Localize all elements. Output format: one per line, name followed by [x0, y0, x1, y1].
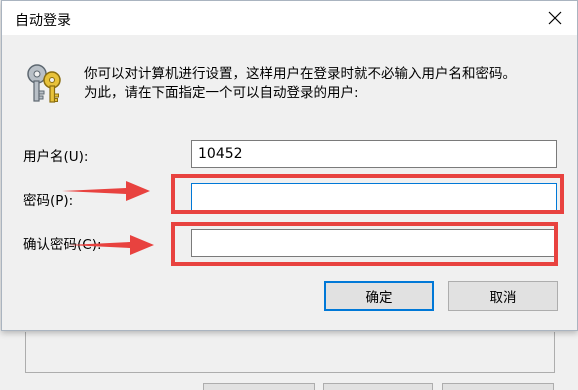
description-line: 为此，请在下面指定一个可以自动登录的用户:: [84, 85, 359, 101]
cancel-button[interactable]: 取消: [448, 281, 558, 311]
ok-button[interactable]: 确定: [324, 281, 434, 311]
background-button: [203, 383, 315, 390]
username-input[interactable]: [191, 140, 557, 168]
close-icon: [548, 11, 562, 25]
confirm-password-label: 确认密码(C):: [23, 237, 102, 253]
background-button: [442, 383, 554, 390]
auto-login-dialog: 自动登录 你可以对计算机进行设置，这样用户在登录时就不必输入用户名和密码。 为此…: [1, 0, 578, 331]
background-panel: [25, 332, 555, 373]
password-label: 密码(P):: [23, 193, 74, 209]
title-bar: 自动登录: [2, 1, 577, 35]
dialog-title: 自动登录: [15, 13, 71, 29]
keys-icon: [27, 64, 61, 103]
username-label: 用户名(U):: [23, 149, 89, 165]
background-button: [323, 383, 433, 390]
description: 你可以对计算机进行设置，这样用户在登录时就不必输入用户名和密码。 为此，请在下面…: [84, 65, 516, 103]
confirm-password-input[interactable]: [191, 229, 557, 257]
description-line: 你可以对计算机进行设置，这样用户在登录时就不必输入用户名和密码。: [84, 66, 516, 82]
password-input[interactable]: [191, 183, 557, 211]
close-button[interactable]: [533, 1, 577, 35]
